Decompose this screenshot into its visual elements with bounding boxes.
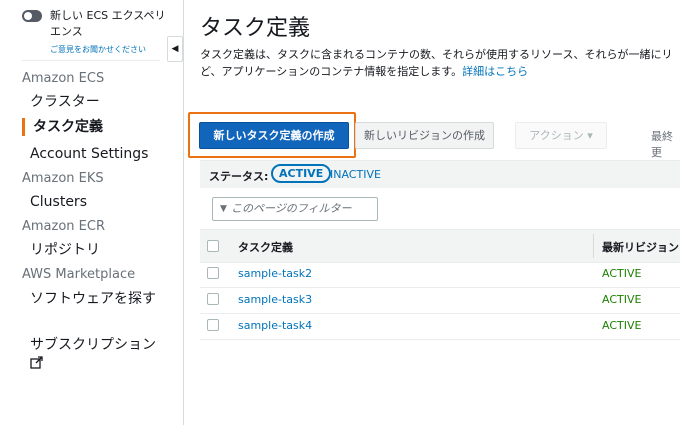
last-updated-label: 最終更	[651, 130, 673, 159]
new-experience-label: 新しい ECS エクスペリエンス	[50, 9, 166, 38]
status-active-filter[interactable]: ACTIVE	[271, 164, 332, 183]
main-content: タスク定義 タスク定義は、タスクに含まれるコンテナの数、それらが使用するリソース…	[184, 0, 680, 425]
sidebar-item-subscriptions[interactable]: サブスクリプション	[30, 335, 160, 375]
feedback-link[interactable]: ご意見をお聞かせください	[50, 44, 146, 55]
nav-section-amazon-ecs: Amazon ECS	[22, 71, 105, 86]
new-experience-toggle[interactable]	[22, 10, 42, 22]
learn-more-link[interactable]: 詳細はこちら	[462, 65, 528, 78]
task-definitions-panel: ステータス: ACTIVE INACTIVE ▼ このページのフィルター タスク…	[200, 160, 680, 340]
nav-section-aws-marketplace: AWS Marketplace	[22, 267, 136, 282]
nav-section-amazon-eks: Amazon EKS	[22, 171, 104, 186]
row-checkbox[interactable]	[207, 267, 219, 279]
subscriptions-label: サブスクリプション	[30, 337, 156, 353]
sidebar-item-clusters-eks[interactable]: Clusters	[30, 192, 87, 212]
table-row: sample-task2 ACTIVE	[200, 261, 680, 288]
active-indicator	[22, 118, 25, 136]
nav-section-amazon-ecr: Amazon ECR	[22, 219, 105, 234]
sidebar-item-task-definitions[interactable]: タスク定義	[33, 117, 103, 137]
page-title: タスク定義	[200, 16, 311, 41]
description-line-2-text: ど、アプリケーションのコンテナ情報を指定します。	[200, 65, 463, 78]
status-inactive-filter[interactable]: INACTIVE	[330, 168, 381, 181]
table-header: タスク定義 最新リビジョン	[200, 229, 680, 263]
task-definition-link[interactable]: sample-task3	[238, 293, 312, 306]
column-header-task-definition[interactable]: タスク定義	[238, 239, 293, 255]
row-checkbox[interactable]	[207, 319, 219, 331]
sidebar-item-clusters-ecs[interactable]: クラスター	[30, 92, 100, 112]
select-all-checkbox[interactable]	[207, 240, 219, 252]
page-description: タスク定義は、タスクに含まれるコンテナの数、それらが使用するリソース、それらが一…	[200, 46, 680, 80]
table-row: sample-task4 ACTIVE	[200, 313, 680, 340]
table-row: sample-task3 ACTIVE	[200, 287, 680, 314]
sidebar-item-discover-software[interactable]: ソフトウェアを探す	[30, 289, 160, 309]
filter-icon: ▼	[220, 204, 227, 214]
revision-status: ACTIVE	[602, 319, 642, 332]
external-link-icon	[30, 356, 43, 373]
sidebar-divider	[22, 60, 160, 61]
page-filter-input[interactable]: ▼ このページのフィルター	[212, 197, 378, 221]
sidebar-item-repositories[interactable]: リポジトリ	[30, 240, 100, 260]
description-line-2: ど、アプリケーションのコンテナ情報を指定します。詳細はこちら	[200, 63, 680, 80]
collapse-sidebar-button[interactable]: ◀	[167, 36, 183, 62]
sidebar-item-account-settings[interactable]: Account Settings	[30, 144, 148, 164]
description-line-1: タスク定義は、タスクに含まれるコンテナの数、それらが使用するリソース、それらが一…	[200, 48, 673, 61]
status-label: ステータス:	[209, 170, 269, 183]
task-definition-link[interactable]: sample-task2	[238, 267, 312, 280]
column-header-latest-revision[interactable]: 最新リビジョン	[602, 239, 679, 255]
toggle-knob	[24, 12, 32, 20]
status-filter-bar: ステータス: ACTIVE INACTIVE	[200, 161, 680, 188]
row-checkbox[interactable]	[207, 293, 219, 305]
revision-status: ACTIVE	[602, 293, 642, 306]
column-divider	[593, 234, 594, 258]
actions-dropdown-button[interactable]: アクション ▾	[515, 122, 607, 149]
revision-status: ACTIVE	[602, 267, 642, 280]
create-new-revision-button[interactable]: 新しいリビジョンの作成	[355, 122, 494, 149]
sidebar: 新しい ECS エクスペリエンス ご意見をお聞かせください Amazon ECS…	[0, 0, 184, 425]
task-definition-link[interactable]: sample-task4	[238, 319, 312, 332]
create-new-task-definition-button[interactable]: 新しいタスク定義の作成	[199, 122, 349, 149]
filter-placeholder: このページのフィルター	[231, 202, 352, 215]
